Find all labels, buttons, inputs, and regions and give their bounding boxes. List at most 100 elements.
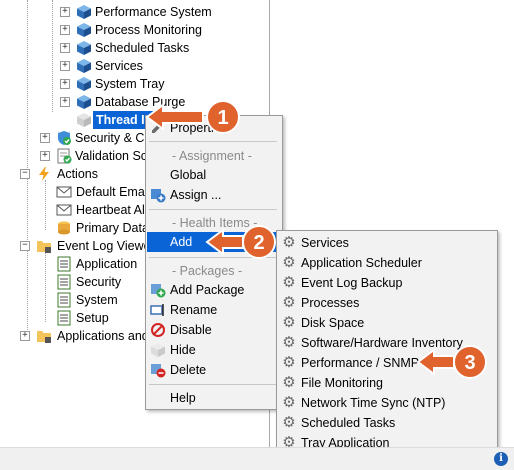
status-bar: i [0, 447, 514, 470]
submenu-item-label: Network Time Sync (NTP) [301, 396, 446, 410]
lightning-icon [39, 167, 49, 181]
cube-icon [77, 23, 91, 37]
tree-item-label: Application [76, 257, 138, 271]
submenu-item-label: Scheduled Tasks [301, 416, 396, 430]
delete-icon [151, 364, 166, 378]
tree-line [52, 0, 53, 112]
menu-item-label: Hide [170, 343, 196, 357]
menu-separator [149, 141, 277, 142]
submenu-item-label: Event Log Backup [301, 276, 403, 290]
tree-item-label: Performance System [95, 5, 212, 19]
menu-item-hide[interactable]: Hide [147, 340, 281, 360]
add-package-icon [151, 284, 166, 298]
submenu-item-event-log-backup[interactable]: ⚙ Event Log Backup [278, 273, 496, 293]
gear-icon: ⚙ [282, 374, 296, 391]
menu-item-disable[interactable]: Disable [147, 320, 281, 340]
callout-number: 3 [464, 352, 475, 374]
callout-2: 2 [205, 225, 276, 259]
gear-icon: ⚙ [282, 334, 296, 351]
folder-icon [37, 241, 51, 253]
folder-icon [37, 331, 51, 343]
disable-icon [151, 323, 165, 337]
menu-item-assign[interactable]: Assign ... [147, 185, 281, 205]
log-icon [57, 292, 71, 308]
submenu-item-application-scheduler[interactable]: ⚙ Application Scheduler [278, 253, 496, 273]
submenu-item-label: Services [301, 236, 349, 250]
tree-item-label: Applications and [57, 329, 149, 343]
gear-icon: ⚙ [282, 294, 296, 311]
menu-item-label: Disable [170, 323, 212, 337]
submenu-item-label: Performance / SNMP [301, 356, 420, 370]
menu-item-label: Rename [170, 303, 218, 317]
envelope-icon [56, 204, 72, 216]
menu-item-rename[interactable]: Rename [147, 300, 281, 320]
menu-separator [149, 209, 277, 210]
tree-line [45, 180, 46, 230]
tree-item-label: Setup [76, 311, 109, 325]
gear-icon: ⚙ [282, 314, 296, 331]
menu-item-label: Help [170, 391, 196, 405]
menu-section-assignment: - Assignment - [172, 149, 252, 163]
menu-item-help[interactable]: Help [147, 388, 281, 408]
cube-icon [77, 5, 91, 19]
menu-section-packages: - Packages - [172, 264, 243, 278]
submenu-item-network-time-sync[interactable]: ⚙ Network Time Sync (NTP) [278, 393, 496, 413]
envelope-icon [56, 186, 72, 198]
collapse-icon[interactable]: − [20, 169, 30, 179]
expand-icon[interactable]: + [60, 97, 70, 107]
expand-icon[interactable]: + [60, 25, 70, 35]
submenu-item-label: Disk Space [301, 316, 365, 330]
tree-item-label: System Tray [95, 77, 165, 91]
expand-icon[interactable]: + [60, 61, 70, 71]
submenu-item-disk-space[interactable]: ⚙ Disk Space [278, 313, 496, 333]
gear-icon: ⚙ [282, 274, 296, 291]
menu-separator [149, 384, 277, 385]
menu-item-label: Delete [170, 363, 207, 377]
tree-item-label: System [76, 293, 118, 307]
menu-item-delete[interactable]: Delete [147, 360, 281, 380]
gear-icon: ⚙ [282, 354, 296, 371]
context-menu: Properties - Assignment - Global Assign … [145, 115, 283, 410]
collapse-icon[interactable]: − [20, 241, 30, 251]
cube-icon [77, 113, 91, 127]
cube-icon [77, 41, 91, 55]
cube-icon [77, 77, 91, 91]
menu-item-global[interactable]: Global [147, 165, 281, 185]
gear-icon: ⚙ [282, 414, 296, 431]
submenu-item-processes[interactable]: ⚙ Processes [278, 293, 496, 313]
tree-item-label: Process Monitoring [95, 23, 202, 37]
gear-icon: ⚙ [282, 394, 296, 411]
tree-item-label: Heartbeat Ale [76, 203, 152, 217]
tree-item-label: Primary Data [76, 221, 149, 235]
expand-icon[interactable]: + [60, 43, 70, 53]
tree-item-label: Scheduled Tasks [95, 41, 190, 55]
database-icon [58, 221, 70, 235]
log-icon [57, 310, 71, 326]
submenu-item-services[interactable]: ⚙ Services [278, 233, 496, 253]
callout-3: 3 [416, 345, 487, 379]
menu-item-label: Add Package [170, 283, 245, 297]
expand-icon[interactable]: + [60, 79, 70, 89]
callout-1: 1 [145, 100, 240, 134]
tree-item-label: Validation Sc [75, 149, 148, 163]
callout-number: 2 [253, 232, 264, 254]
submenu-item-label: Processes [301, 296, 360, 310]
menu-item-label: Add [170, 235, 193, 249]
submenu-item-scheduled-tasks[interactable]: ⚙ Scheduled Tasks [278, 413, 496, 433]
menu-item-label: Global [170, 168, 207, 182]
hide-icon [151, 343, 165, 357]
expand-icon[interactable]: + [20, 331, 30, 341]
log-icon [57, 274, 71, 290]
rename-icon [150, 304, 164, 316]
expand-icon[interactable]: + [40, 151, 50, 161]
expand-icon[interactable]: + [40, 133, 50, 143]
expand-icon[interactable]: + [60, 7, 70, 17]
menu-item-add-package[interactable]: Add Package [147, 280, 281, 300]
tree-item-label: Default Emai [76, 185, 148, 199]
submenu-item-label: File Monitoring [301, 376, 383, 390]
shield-icon [58, 131, 71, 145]
assign-icon [151, 189, 166, 203]
log-icon [57, 256, 71, 272]
tree-item-label: Actions [57, 167, 98, 181]
info-icon[interactable]: i [494, 452, 508, 466]
